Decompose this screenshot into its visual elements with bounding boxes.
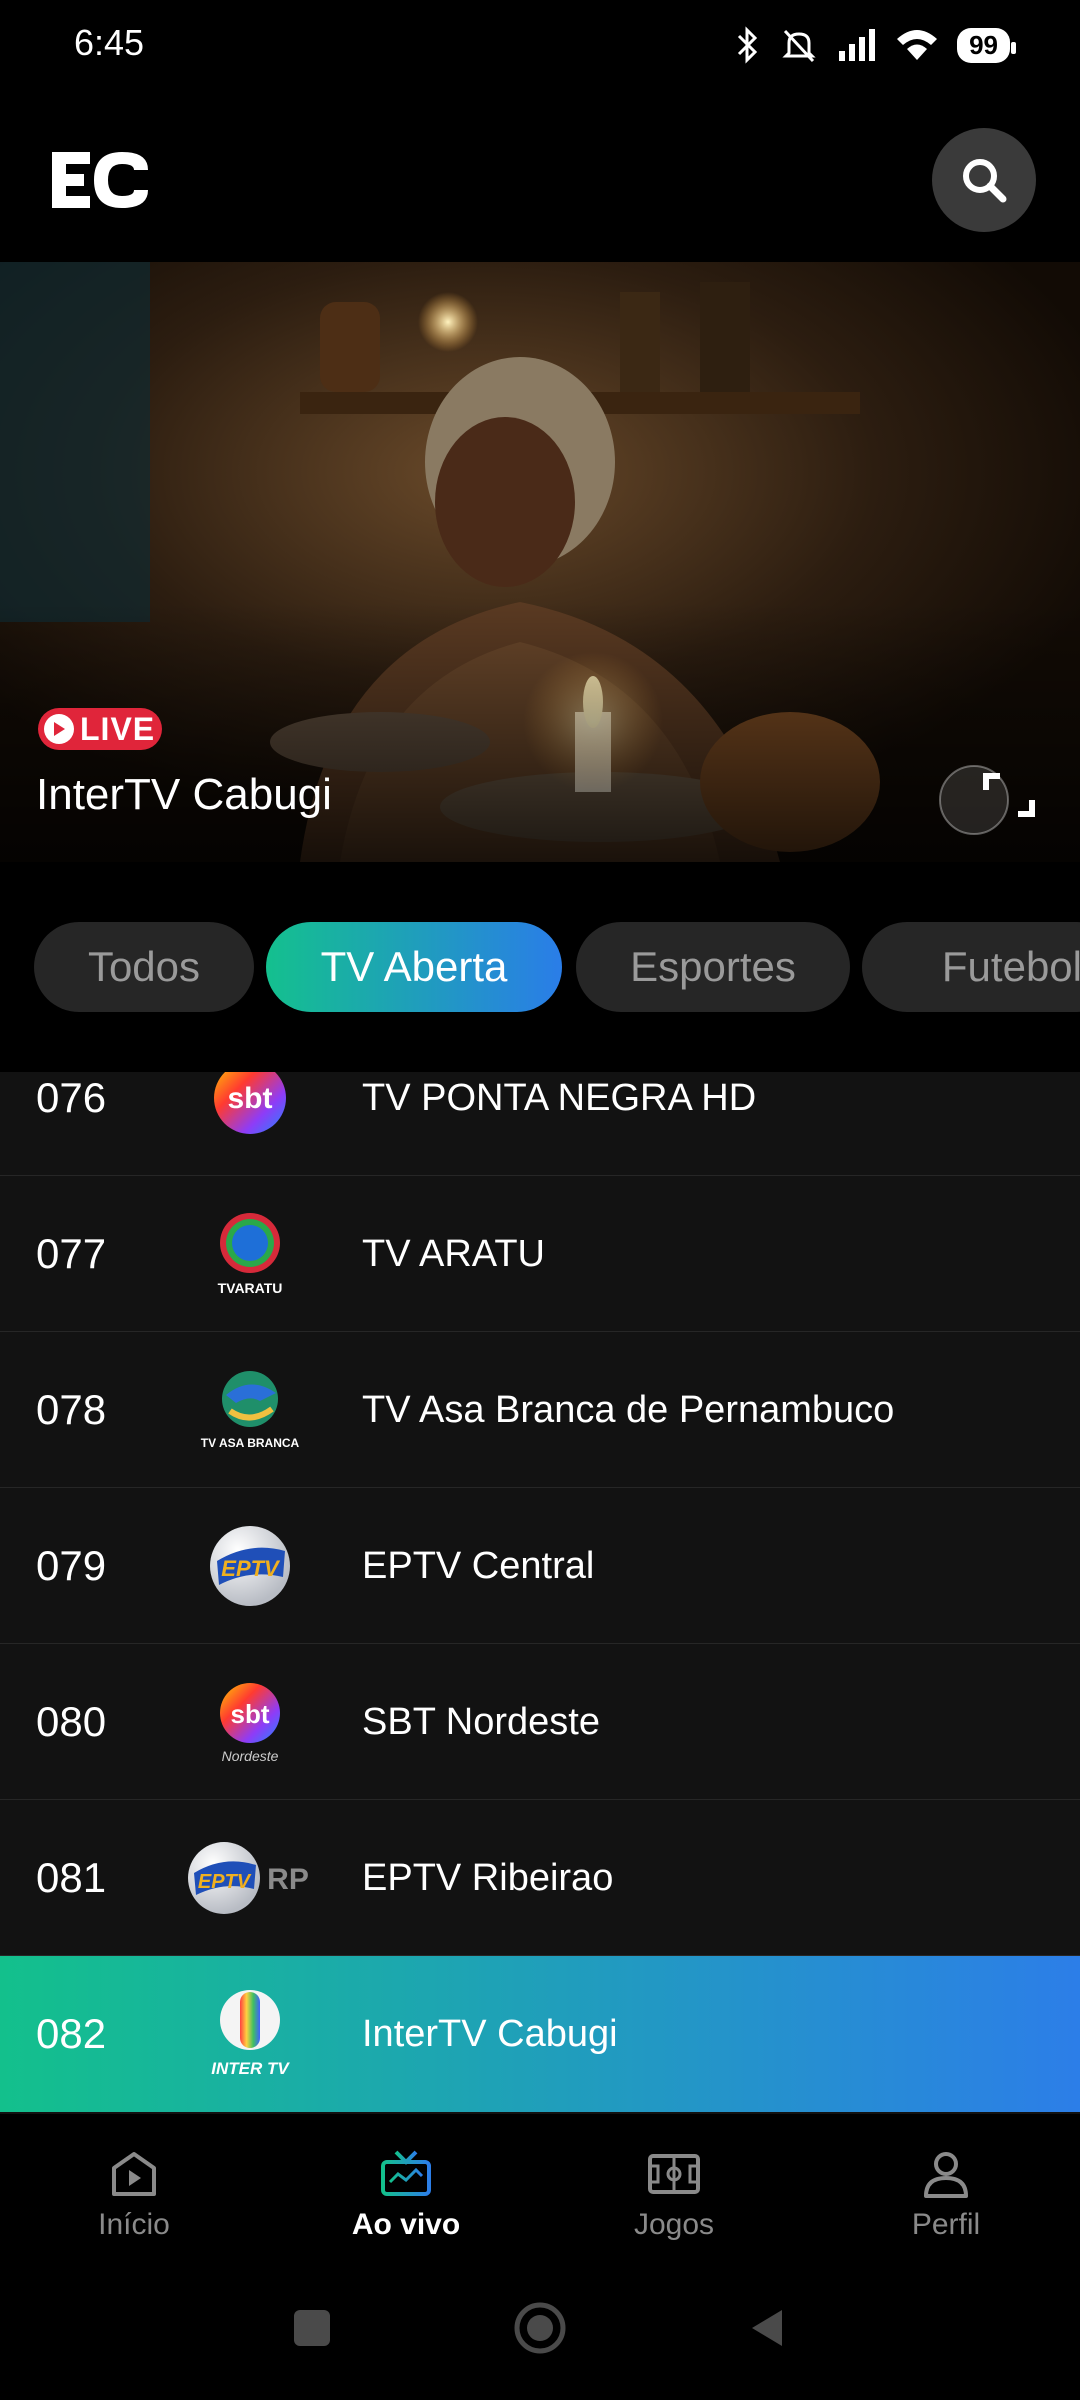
intertv-logo: INTER TV xyxy=(190,1984,310,2084)
muted-bell-icon xyxy=(782,29,816,63)
channel-number: 078 xyxy=(36,1386,107,1433)
tab-todos[interactable]: Todos xyxy=(34,922,254,1012)
svg-text:EPTV: EPTV xyxy=(198,1871,252,1893)
home-play-icon xyxy=(112,2152,156,2196)
recents-icon[interactable] xyxy=(290,2306,334,2350)
player-overlay xyxy=(0,602,1080,862)
live-badge: LIVE xyxy=(38,708,162,750)
nav-label: Perfil xyxy=(911,2208,981,2241)
app-logo xyxy=(52,152,148,208)
tv-asa-branca-logo: TV ASA BRANCA xyxy=(190,1360,310,1460)
live-label: LIVE xyxy=(80,710,156,747)
channel-name: EPTV Central xyxy=(362,1545,595,1587)
search-button[interactable] xyxy=(932,128,1036,232)
channel-row[interactable]: 076 sbt TV PONTA NEGRA HD xyxy=(0,1072,1080,1176)
category-tabs: Todos TV Aberta Esportes Futebol xyxy=(0,862,1080,1072)
nav-label: Jogos xyxy=(633,2208,715,2241)
tab-tv-aberta[interactable]: TV Aberta xyxy=(266,922,562,1012)
app-header xyxy=(0,90,1080,262)
fullscreen-icon[interactable] xyxy=(938,760,1048,840)
nav-inicio[interactable]: Início xyxy=(34,2146,234,2242)
status-time: 6:45 xyxy=(74,22,145,63)
eptv-rp-logo: EPTV RP xyxy=(186,1828,316,1928)
channel-number: 081 xyxy=(36,1854,107,1901)
channel-row[interactable]: 079 EPTV EPTV Central xyxy=(0,1488,1080,1644)
channel-row-active[interactable]: 082 INTER TV InterTV Cabugi xyxy=(0,1956,1080,2112)
channel-number: 077 xyxy=(36,1230,107,1277)
nav-label: Início xyxy=(98,2208,170,2241)
back-icon[interactable] xyxy=(746,2306,790,2350)
soccer-field-icon xyxy=(648,2154,700,2194)
search-icon xyxy=(963,159,1007,203)
logo-text: Nordeste xyxy=(222,1748,279,1764)
eptv-logo: EPTV xyxy=(190,1516,310,1616)
channel-row[interactable]: 080 sbt Nordeste SBT Nordeste xyxy=(0,1644,1080,1800)
channel-row[interactable]: 078 TV ASA BRANCA TV Asa Branca de Perna… xyxy=(0,1332,1080,1488)
nav-ao-vivo[interactable]: Ao vivo xyxy=(306,2146,506,2242)
tv-aratu-logo: TVARATU xyxy=(190,1204,310,1304)
channel-number: 079 xyxy=(36,1542,107,1589)
home-icon[interactable] xyxy=(512,2300,568,2356)
channel-row[interactable]: 077 TVARATU TV ARATU xyxy=(0,1176,1080,1332)
system-navigation-bar xyxy=(0,2264,1080,2400)
channel-name: TV ARATU xyxy=(362,1233,545,1275)
bluetooth-icon xyxy=(738,26,758,64)
video-player[interactable]: LIVE InterTV Cabugi xyxy=(0,262,1080,862)
channel-name: EPTV Ribeirao xyxy=(362,1857,614,1899)
channel-number: 082 xyxy=(36,2010,107,2057)
channel-number: 076 xyxy=(36,1074,107,1121)
nav-perfil[interactable]: Perfil xyxy=(846,2146,1046,2242)
svg-text:sbt: sbt xyxy=(231,1699,270,1729)
channel-name: SBT Nordeste xyxy=(362,1701,600,1743)
logo-text: EPTV xyxy=(221,1556,281,1581)
logo-text: RP xyxy=(267,1863,309,1896)
play-icon xyxy=(44,714,74,744)
channel-name: InterTV Cabugi xyxy=(362,2013,618,2055)
logo-text: INTER TV xyxy=(211,2059,290,2078)
channel-name: TV Asa Branca de Pernambuco xyxy=(362,1389,895,1431)
bottom-navigation: Início Ao vivo Jogos Perfil xyxy=(0,2114,1080,2264)
logo-text: TVARATU xyxy=(218,1280,283,1296)
channel-name: TV PONTA NEGRA HD xyxy=(362,1077,757,1119)
status-bar: 6:45 99 xyxy=(0,0,1080,90)
svg-text:sbt: sbt xyxy=(228,1082,273,1115)
logo-text: TV ASA BRANCA xyxy=(201,1436,300,1450)
player-channel-title: InterTV Cabugi xyxy=(36,770,332,819)
tab-futebol[interactable]: Futebol xyxy=(862,922,1080,1012)
tab-esportes[interactable]: Esportes xyxy=(576,922,850,1012)
battery-indicator: 99 xyxy=(957,27,1016,63)
channel-list: 076 sbt TV PONTA NEGRA HD 077 TVARATU TV… xyxy=(0,1072,1080,2114)
wifi-icon xyxy=(897,30,938,60)
channel-row[interactable]: 081 EPTV RP EPTV Ribeirao xyxy=(0,1800,1080,1956)
live-tv-icon xyxy=(381,2150,431,2196)
person-icon xyxy=(924,2152,968,2198)
sbt-logo: sbt xyxy=(190,1072,310,1148)
nav-label: Ao vivo xyxy=(351,2208,461,2241)
sbt-nordeste-logo: sbt Nordeste xyxy=(190,1672,310,1772)
nav-jogos[interactable]: Jogos xyxy=(574,2146,774,2242)
channel-number: 080 xyxy=(36,1698,107,1745)
signal-icon xyxy=(839,29,876,61)
status-icons: 99 xyxy=(735,20,1016,70)
